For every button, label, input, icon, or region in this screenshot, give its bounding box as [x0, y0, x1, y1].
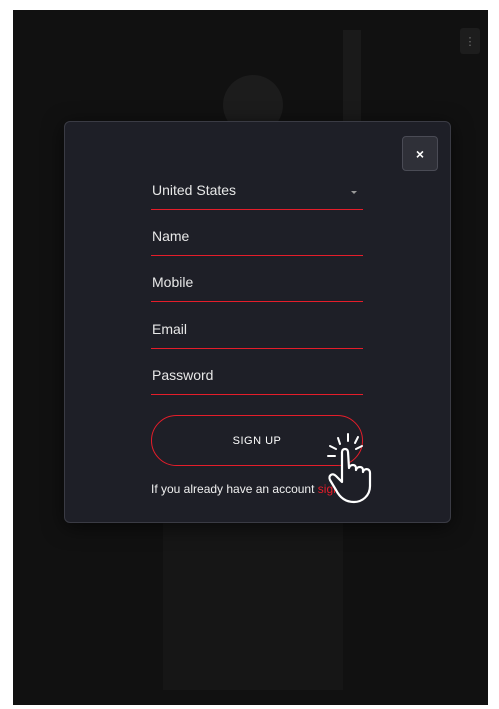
password-field[interactable]: Password: [151, 356, 363, 395]
country-value: United States: [152, 182, 237, 198]
country-select[interactable]: United States: [151, 171, 363, 210]
email-placeholder: Email: [152, 321, 188, 337]
name-field[interactable]: Name: [151, 217, 363, 256]
signin-prompt-text: If you already have an account: [151, 482, 318, 496]
close-icon: ×: [415, 145, 425, 162]
hand-pointer-icon: [327, 433, 372, 504]
name-placeholder: Name: [152, 228, 190, 244]
mobile-field[interactable]: Mobile: [151, 263, 363, 302]
mobile-placeholder: Mobile: [152, 274, 194, 290]
menu-button[interactable]: ⋮: [460, 28, 480, 54]
password-placeholder: Password: [152, 367, 214, 383]
close-button[interactable]: ×: [402, 136, 438, 171]
chevron-down-icon: [351, 191, 357, 194]
email-field[interactable]: Email: [151, 310, 363, 349]
